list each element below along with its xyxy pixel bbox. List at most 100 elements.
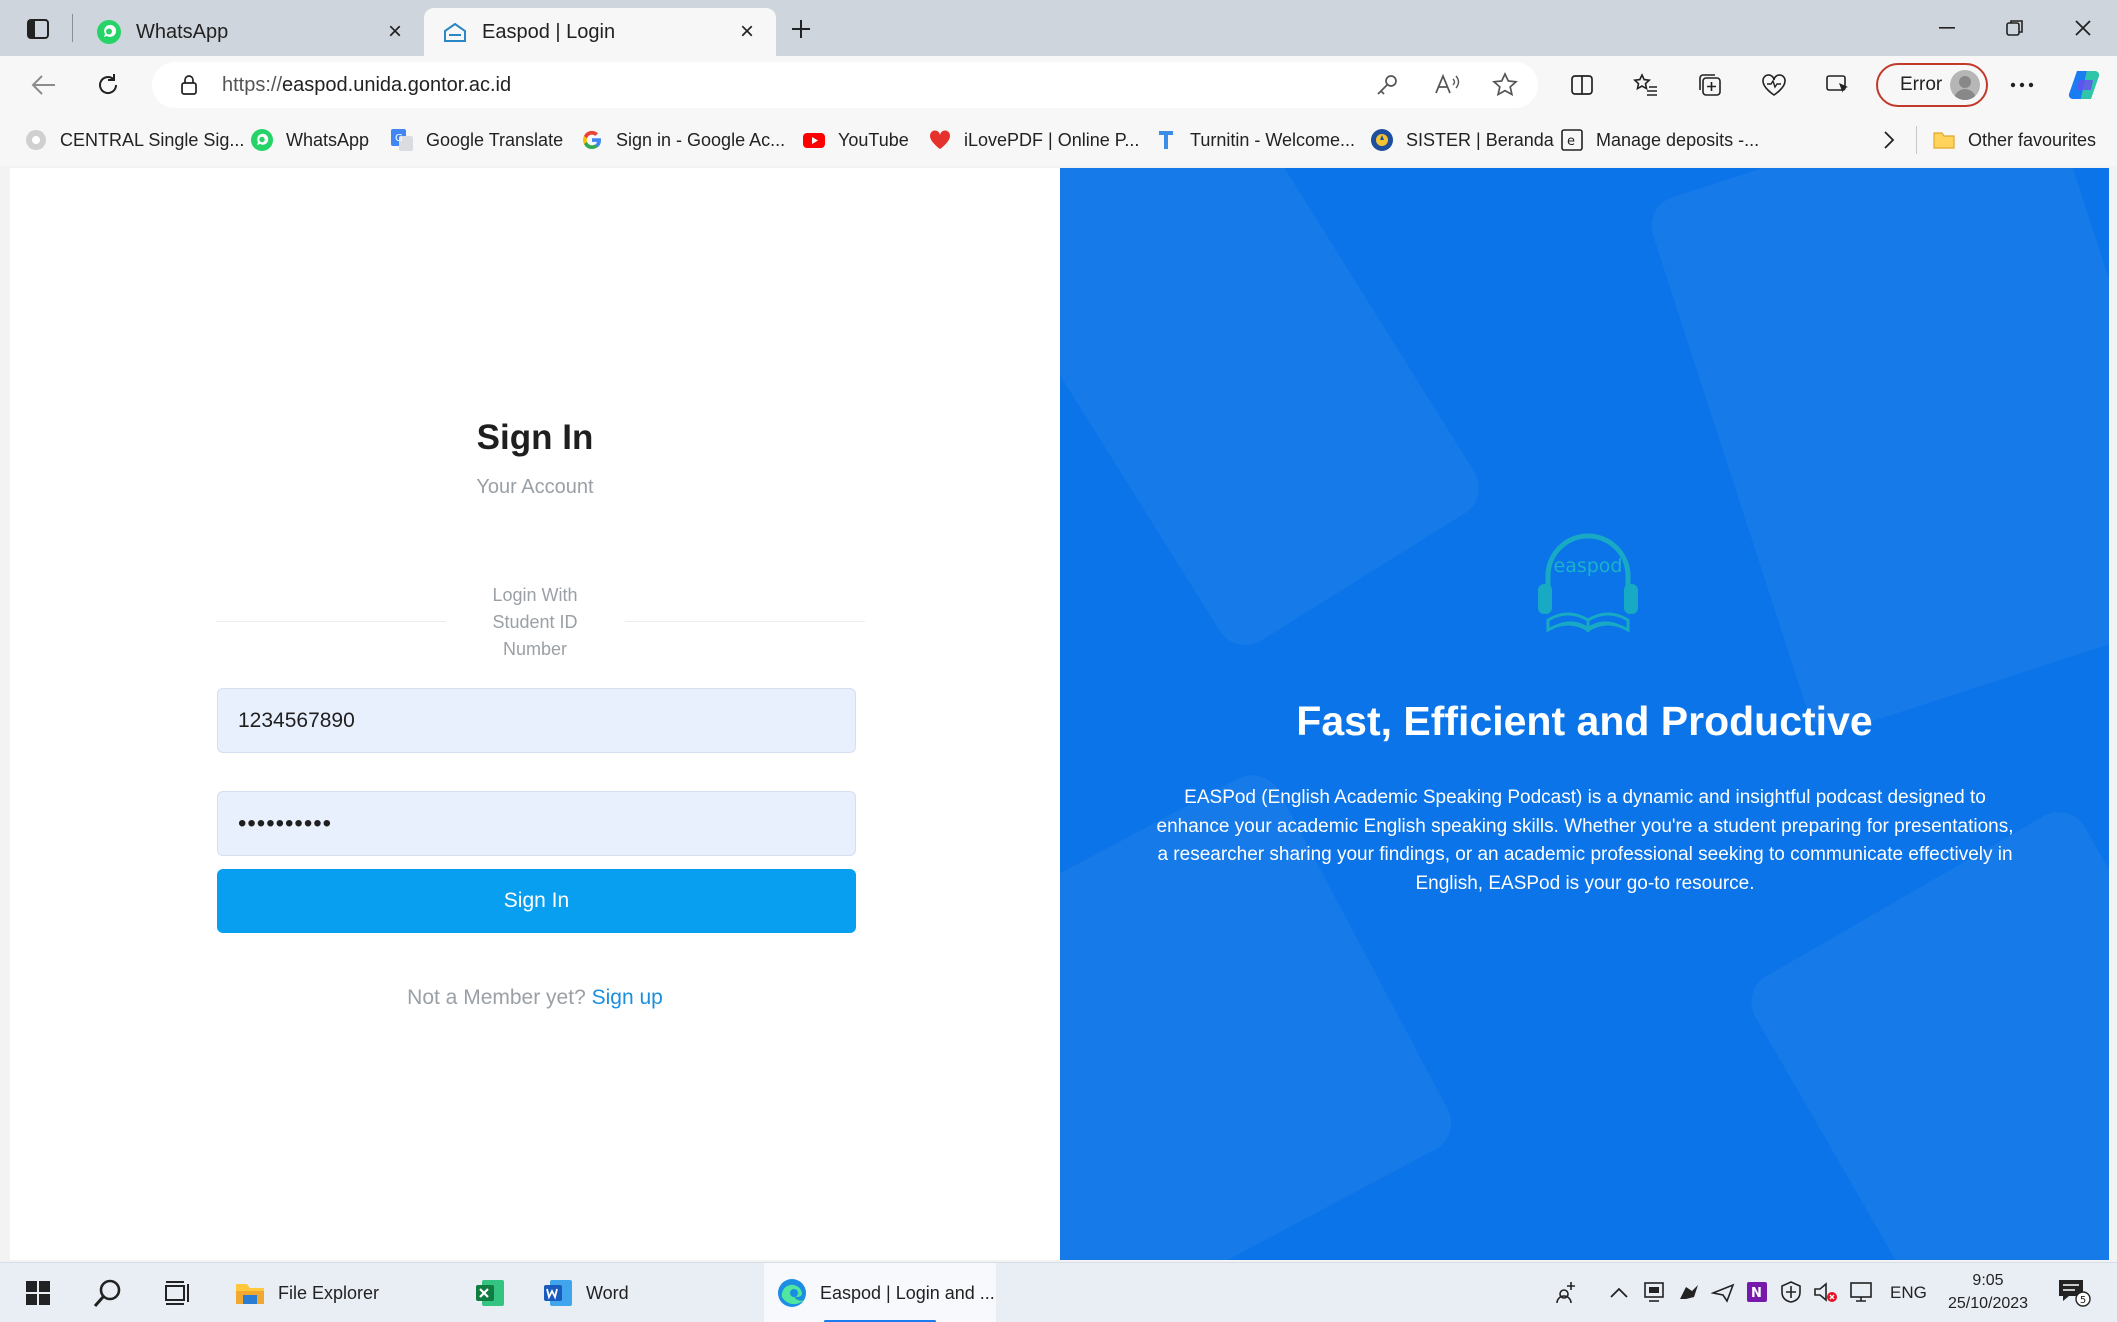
new-tab-button[interactable] xyxy=(784,12,818,46)
favourite-star-icon[interactable] xyxy=(1490,70,1520,100)
easpod-favicon-icon xyxy=(444,22,466,42)
url-prefix: https:// xyxy=(222,74,283,96)
favourite-google-signin[interactable]: Sign in - Google Ac... xyxy=(580,126,785,154)
folder-icon xyxy=(236,1284,264,1304)
split-screen-icon xyxy=(1571,75,1593,95)
edge-icon xyxy=(778,1279,806,1307)
favourites-button[interactable] xyxy=(1626,65,1666,105)
signup-prompt-text: Not a Member yet? xyxy=(407,986,586,1009)
favourite-ilovepdf[interactable]: iLovePDF | Online P... xyxy=(928,126,1139,154)
easpod-logo: easpod xyxy=(1538,533,1638,633)
security-shield-icon[interactable] xyxy=(1776,1277,1806,1307)
logo-wordmark: easpod xyxy=(1554,555,1623,577)
divider-line xyxy=(216,621,446,622)
bird-tray-icon[interactable] xyxy=(1674,1277,1704,1307)
search-button[interactable] xyxy=(92,1263,124,1322)
sign-in-button[interactable]: Sign In xyxy=(217,869,856,933)
pc-icon xyxy=(1826,75,1848,93)
tab-separator xyxy=(72,14,73,42)
plus-icon xyxy=(792,20,810,38)
clock[interactable]: 9:05 25/10/2023 xyxy=(1940,1269,2036,1317)
ilovepdf-heart-icon xyxy=(929,130,951,149)
close-window-button[interactable] xyxy=(2056,10,2110,46)
taskbar-app-label: Word xyxy=(586,1282,629,1303)
read-aloud-icon[interactable] xyxy=(1432,70,1462,100)
web-page: Sign In Your Account Login With Student … xyxy=(10,168,2109,1260)
taskbar-file-explorer[interactable]: File Explorer xyxy=(234,1263,379,1322)
address-bar[interactable]: https://easpod.unida.gontor.ac.id xyxy=(152,62,1538,108)
login-method-label: Login With Student ID Number xyxy=(446,582,624,663)
chevron-up-icon[interactable] xyxy=(1604,1277,1634,1307)
google-icon xyxy=(583,130,602,150)
people-icon[interactable] xyxy=(1552,1277,1582,1307)
favourite-turnitin[interactable]: Turnitin - Welcome... xyxy=(1154,126,1355,154)
taskbar-excel[interactable] xyxy=(474,1263,518,1322)
collections-button[interactable] xyxy=(1690,65,1730,105)
chevron-right-icon xyxy=(1884,131,1895,149)
clock-date: 25/10/2023 xyxy=(1947,1295,2029,1312)
password-input[interactable] xyxy=(217,791,856,856)
tab-actions-button[interactable] xyxy=(22,14,54,44)
folder-icon xyxy=(1933,132,1955,149)
url-text[interactable]: https://easpod.unida.gontor.ac.id xyxy=(222,74,511,97)
favourite-label: SISTER | Beranda xyxy=(1406,129,1554,150)
password-key-icon[interactable] xyxy=(1372,70,1402,100)
background-shape xyxy=(1060,168,1491,657)
favourite-label: WhatsApp xyxy=(286,129,370,150)
volume-muted-icon[interactable] xyxy=(1810,1277,1840,1307)
language-indicator[interactable]: ENG xyxy=(1890,1263,1927,1322)
start-button[interactable] xyxy=(24,1263,52,1322)
favourite-central[interactable]: CENTRAL Single Sig... xyxy=(24,126,244,154)
copilot-icon xyxy=(2068,70,2100,100)
restore-button[interactable] xyxy=(1988,10,2042,46)
background-shape xyxy=(1643,168,2109,740)
taskbar-edge-easpod[interactable]: Easpod | Login and ... xyxy=(764,1263,996,1322)
tab-whatsapp[interactable]: WhatsApp × xyxy=(78,8,424,56)
back-button[interactable] xyxy=(24,65,64,105)
other-favourites-folder[interactable]: Other favourites xyxy=(1932,126,2096,154)
favourites-list-icon xyxy=(1633,73,1657,96)
plane-tray-icon[interactable] xyxy=(1708,1277,1738,1307)
refresh-icon xyxy=(99,74,118,94)
network-icon[interactable] xyxy=(1846,1277,1876,1307)
taskbar-word[interactable]: Word xyxy=(542,1263,629,1322)
profile-error-button[interactable]: Error xyxy=(1876,63,1988,107)
favourite-sister[interactable]: SISTER | Beranda xyxy=(1370,126,1554,154)
favourite-label: Google Translate xyxy=(426,129,564,150)
onenote-tray-icon[interactable]: N xyxy=(1742,1277,1772,1307)
google-translate-icon: G xyxy=(391,129,413,151)
sign-up-link[interactable]: Sign up xyxy=(592,986,663,1009)
display-tray-icon[interactable] xyxy=(1640,1277,1670,1307)
performance-button[interactable] xyxy=(1818,65,1858,105)
sister-logo-icon xyxy=(1371,129,1393,151)
eprints-icon: e xyxy=(1561,129,1583,151)
tab-actions-icon xyxy=(27,19,49,39)
page-subtitle: Your Account xyxy=(476,476,594,498)
clock-time: 9:05 xyxy=(1972,1272,2004,1289)
refresh-button[interactable] xyxy=(88,65,128,105)
browser-toolbar: https://easpod.unida.gontor.ac.id Error xyxy=(0,56,2117,114)
favourites-overflow-button[interactable] xyxy=(1882,126,1896,154)
minimize-icon xyxy=(1939,27,1955,29)
notification-center-icon[interactable]: 5 xyxy=(2054,1277,2094,1307)
signup-prompt: Not a Member yet? Sign up xyxy=(10,986,1060,1010)
favourite-whatsapp[interactable]: WhatsApp xyxy=(250,126,369,154)
more-menu-button[interactable] xyxy=(2002,65,2042,105)
ellipsis-icon xyxy=(2010,82,2034,88)
favourite-youtube[interactable]: YouTube xyxy=(802,126,909,154)
close-tab-icon[interactable]: × xyxy=(384,20,406,44)
url-host: easpod.unida.gontor.ac.id xyxy=(282,74,512,96)
turnitin-icon xyxy=(1159,131,1173,149)
student-id-input[interactable] xyxy=(217,688,856,753)
split-screen-button[interactable] xyxy=(1562,65,1602,105)
task-view-button[interactable] xyxy=(164,1263,192,1322)
copilot-button[interactable] xyxy=(2064,65,2104,105)
browser-essentials-button[interactable] xyxy=(1754,65,1794,105)
close-tab-icon[interactable]: × xyxy=(736,20,758,44)
favourite-google-translate[interactable]: G Google Translate xyxy=(390,126,563,154)
minimize-button[interactable] xyxy=(1920,10,1974,46)
tab-easpod-login[interactable]: Easpod | Login × xyxy=(424,8,776,56)
lock-icon[interactable] xyxy=(174,70,204,100)
favourite-label: Sign in - Google Ac... xyxy=(616,129,786,150)
favourite-manage-deposits[interactable]: e Manage deposits -... xyxy=(1560,126,1759,154)
